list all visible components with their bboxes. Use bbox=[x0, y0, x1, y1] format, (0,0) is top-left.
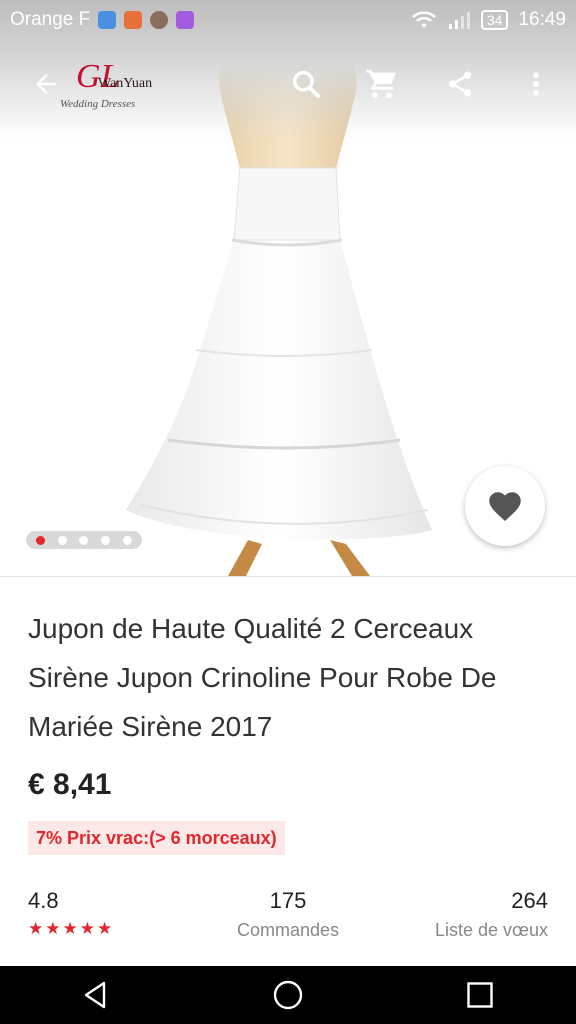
share-icon bbox=[448, 71, 472, 97]
star-icon: ★ bbox=[62, 919, 78, 938]
wishlist-button[interactable] bbox=[465, 466, 545, 546]
notification-icon bbox=[98, 11, 117, 29]
more-options-button[interactable] bbox=[516, 64, 556, 104]
product-title: Jupon de Haute Qualité 2 Cerceaux Sirène… bbox=[28, 613, 497, 742]
section-divider bbox=[0, 576, 576, 577]
avatar-notification-icon bbox=[150, 11, 169, 29]
battery-indicator: 34 bbox=[480, 10, 509, 30]
arrow-back-icon bbox=[36, 74, 56, 94]
status-bar: Orange F 34 16:49 bbox=[0, 0, 576, 40]
star-icon: ★ bbox=[97, 919, 113, 938]
carousel-dot bbox=[101, 535, 111, 545]
search-button[interactable] bbox=[286, 64, 326, 104]
nav-recents-icon bbox=[467, 982, 493, 1008]
logo-tagline: Wedding Dresses bbox=[60, 98, 136, 110]
more-vert-icon bbox=[533, 72, 539, 96]
system-nav-bar bbox=[0, 966, 576, 1024]
nav-home-icon bbox=[273, 980, 303, 1010]
orders-stat[interactable]: 175 Commandes bbox=[218, 888, 358, 941]
carousel-indicator bbox=[26, 531, 142, 549]
carousel-dot bbox=[122, 535, 132, 545]
cart-button[interactable] bbox=[362, 64, 402, 104]
logo-name: WanYuan bbox=[98, 76, 153, 91]
heart-icon bbox=[489, 492, 521, 521]
share-button[interactable] bbox=[440, 64, 480, 104]
orders-label: Commandes bbox=[236, 920, 340, 940]
rating-value: 4.8 bbox=[28, 888, 59, 913]
rating-stat[interactable]: 4.8 ★ ★ ★ ★ ★ bbox=[28, 888, 112, 937]
orders-value: 175 bbox=[269, 888, 307, 913]
star-icon: ★ bbox=[28, 919, 44, 938]
nav-recents-button[interactable] bbox=[450, 966, 510, 1024]
product-price: € 8,41 bbox=[28, 768, 112, 801]
wifi-icon bbox=[412, 11, 436, 28]
wishlist-count: 264 bbox=[511, 888, 548, 913]
clock: 16:49 bbox=[518, 9, 566, 30]
cart-icon bbox=[366, 69, 397, 99]
signal-icon bbox=[448, 12, 470, 29]
carrier-name: Orange F bbox=[10, 9, 91, 30]
app-bar: GL WanYuan Wedding Dresses bbox=[0, 40, 576, 128]
gallery-notification-icon bbox=[176, 11, 195, 29]
product-stats: 4.8 ★ ★ ★ ★ ★ 175 Commandes 264 Liste de… bbox=[0, 884, 576, 944]
mail-notification-icon bbox=[124, 11, 143, 29]
nav-back-button[interactable] bbox=[66, 966, 126, 1024]
wishlist-stat[interactable]: 264 Liste de vœux bbox=[435, 888, 548, 941]
wishlist-label: Liste de vœux bbox=[434, 920, 548, 940]
carousel-dot bbox=[79, 535, 89, 545]
bulk-discount-badge: 7% Prix vrac:(> 6 morceaux) bbox=[28, 821, 285, 855]
star-icon: ★ bbox=[79, 919, 95, 938]
nav-back-icon bbox=[84, 981, 106, 1009]
rating-stars: ★ ★ ★ ★ ★ bbox=[28, 920, 112, 937]
carousel-dot-active bbox=[36, 535, 46, 545]
search-icon bbox=[292, 70, 320, 98]
star-icon: ★ bbox=[45, 919, 61, 938]
carousel-dot bbox=[57, 535, 67, 545]
nav-home-button[interactable] bbox=[258, 966, 318, 1024]
store-logo[interactable]: GL WanYuan Wedding Dresses bbox=[58, 56, 178, 116]
